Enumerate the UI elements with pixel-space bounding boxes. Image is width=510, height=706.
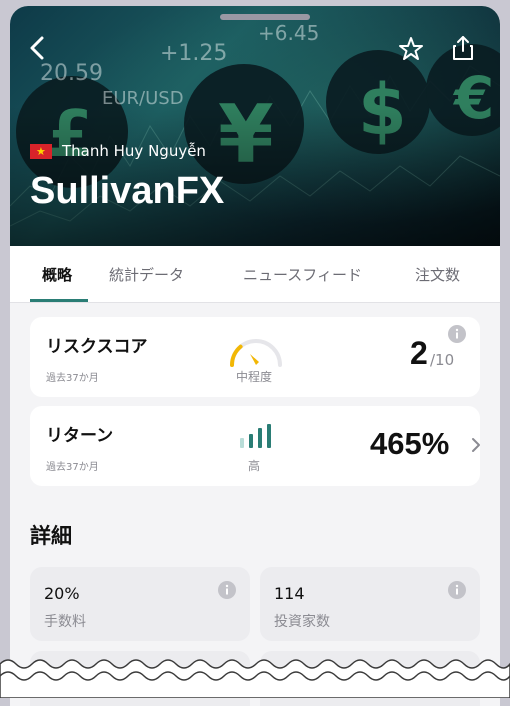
- strategy-header: £ ¥ $ € 20.59 +1.25 +6.45 EUR/USD ★: [10, 6, 500, 246]
- share-icon[interactable]: [450, 34, 476, 62]
- fee-label: 手数料: [44, 614, 86, 630]
- returns-title: リターン: [46, 426, 114, 446]
- strategy-title: SullivanFX: [30, 170, 225, 212]
- risk-score-value: 2: [410, 335, 428, 371]
- investors-label: 投資家数: [274, 614, 330, 630]
- bg-number-1: 20.59: [40, 61, 103, 86]
- active-tab-indicator: [30, 299, 88, 302]
- bg-number-2: +1.25: [160, 41, 227, 66]
- drag-handle[interactable]: [220, 14, 310, 20]
- info-icon[interactable]: [218, 581, 236, 599]
- tab-bar: 概略 統計データ ニュースフィード 注文数: [10, 246, 500, 303]
- investors-value: 114: [274, 584, 305, 603]
- vietnam-flag-icon: ★: [30, 143, 52, 159]
- returns-value: 465%: [370, 426, 450, 461]
- returns-card[interactable]: リターン 過去37か月 高 465%: [30, 406, 480, 486]
- fee-value: 20%: [44, 584, 80, 603]
- fee-card: 20% 手数料: [30, 567, 250, 641]
- risk-gauge-icon: [230, 339, 282, 367]
- tab-news-feed[interactable]: ニュースフィード: [243, 264, 362, 285]
- bg-number-3: +6.45: [258, 21, 319, 45]
- risk-level-label: 中程度: [236, 370, 273, 384]
- owner-name: Thanh Huy Nguyễn: [62, 142, 206, 160]
- info-icon[interactable]: [448, 581, 466, 599]
- strategy-owner[interactable]: ★ Thanh Huy Nguyễn: [30, 142, 206, 160]
- tab-statistics[interactable]: 統計データ: [109, 264, 184, 285]
- tab-orders[interactable]: 注文数: [415, 264, 460, 285]
- risk-score-period: 過去37か月: [46, 373, 99, 384]
- returns-period: 過去37か月: [46, 462, 99, 473]
- info-icon[interactable]: [448, 325, 466, 343]
- details-section-title: 詳細: [30, 524, 72, 548]
- risk-score-title: リスクスコア: [46, 337, 148, 357]
- torn-edge-decoration: [0, 659, 510, 698]
- returns-level-label: 高: [248, 459, 261, 473]
- back-arrow-icon[interactable]: [24, 34, 52, 62]
- chevron-right-icon[interactable]: [470, 436, 482, 454]
- risk-score-card[interactable]: リスクスコア 過去37か月 中程度 2 /10: [30, 317, 480, 397]
- risk-score-max: /10: [430, 351, 455, 369]
- tab-overview[interactable]: 概略: [42, 264, 72, 285]
- star-icon[interactable]: [398, 36, 424, 62]
- investors-card: 114 投資家数: [260, 567, 480, 641]
- app-screen: £ ¥ $ € 20.59 +1.25 +6.45 EUR/USD ★: [10, 6, 500, 706]
- returns-bars-icon: [240, 424, 271, 448]
